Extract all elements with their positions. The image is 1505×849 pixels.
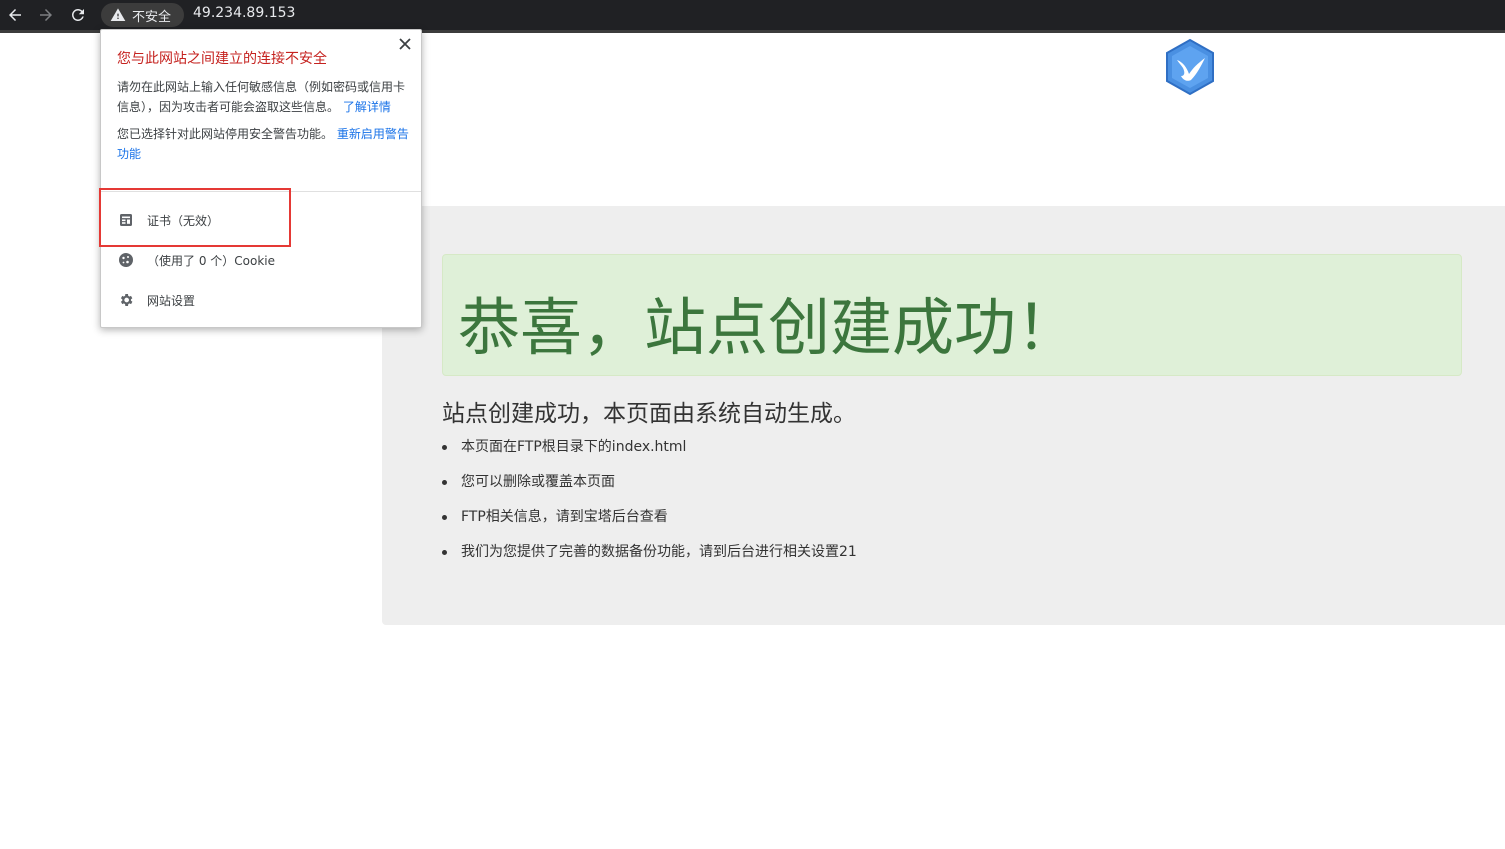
success-title: 恭喜，站点创建成功！ (458, 291, 1079, 364)
site-settings-label: 网站设置 (147, 293, 196, 308)
list-item: 我们为您提供了完善的数据备份功能，请到后台进行相关设置21 (442, 543, 857, 578)
back-button[interactable] (3, 3, 27, 27)
arrow-right-icon (40, 9, 52, 21)
reload-button[interactable] (66, 3, 90, 27)
info-list: 本页面在FTP根目录下的index.html 您可以删除或覆盖本页面 FTP相关… (442, 438, 857, 578)
site-info-popup: 您与此网站之间建立的连接不安全 请勿在此网站上输入任何敏感信息（例如密码或信用卡… (100, 29, 422, 328)
highlight-box (99, 188, 291, 247)
list-item: 您可以删除或覆盖本页面 (442, 473, 857, 508)
learn-more-link[interactable]: 了解详情 (343, 100, 391, 114)
reload-icon (71, 8, 84, 21)
security-chip[interactable]: 不安全 (101, 3, 184, 27)
address-bar-url[interactable]: 49.234.89.153 (193, 5, 295, 21)
popup-warning-text: 请勿在此网站上输入任何敏感信息（例如密码或信用卡信息），因为攻击者可能会盗取这些… (117, 77, 409, 117)
popup-heading: 您与此网站之间建立的连接不安全 (117, 51, 327, 67)
arrow-left-icon (9, 9, 21, 21)
bird-logo-icon (1166, 38, 1214, 96)
warning-icon (110, 8, 126, 21)
security-chip-label: 不安全 (132, 9, 172, 25)
list-item: 本页面在FTP根目录下的index.html (442, 438, 857, 473)
forward-button[interactable] (34, 3, 58, 27)
close-button[interactable] (397, 36, 413, 52)
cookies-label: （使用了 0 个）Cookie (147, 253, 275, 268)
list-item: FTP相关信息，请到宝塔后台查看 (442, 508, 857, 543)
browser-toolbar: 不安全 49.234.89.153 (0, 0, 1505, 30)
gear-icon (117, 291, 135, 309)
site-settings-item[interactable]: 网站设置 (117, 288, 195, 312)
page-subtitle: 站点创建成功，本页面由系统自动生成。 (442, 401, 856, 427)
close-icon (399, 38, 411, 50)
cookie-icon (117, 251, 135, 269)
popup-disabled-text: 您已选择针对此网站停用安全警告功能。 重新启用警告功能 (117, 124, 409, 164)
cookies-item[interactable]: （使用了 0 个）Cookie (117, 248, 275, 272)
disabled-warning-body: 您已选择针对此网站停用安全警告功能。 (117, 127, 334, 141)
success-banner: 恭喜，站点创建成功！ (442, 254, 1462, 376)
